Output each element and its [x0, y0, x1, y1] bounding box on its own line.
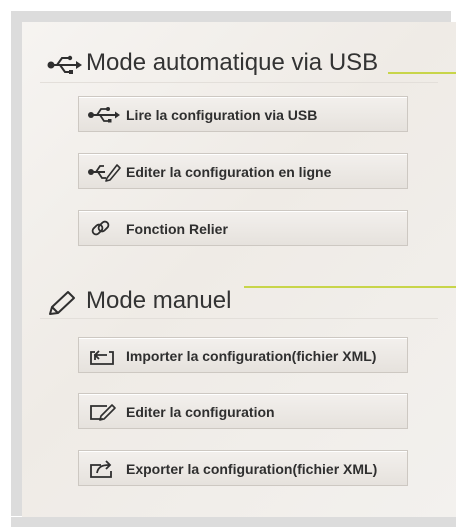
export-icon [87, 459, 121, 479]
accent-line [244, 286, 456, 288]
edit-config-online-button[interactable]: Editer la configuration en ligne [78, 153, 408, 189]
import-config-xml-button[interactable]: Importer la configuration(fichier XML) [78, 337, 408, 373]
section-manual-header: Mode manuel [22, 284, 456, 320]
configuration-panel: Mode automatique via USB Lire la configu… [22, 22, 456, 517]
import-config-xml-label: Importer la configuration(fichier XML) [126, 348, 377, 364]
bottom-border [11, 517, 456, 527]
read-config-usb-button[interactable]: Lire la configuration via USB [78, 96, 408, 132]
edit-config-label: Editer la configuration [126, 404, 275, 420]
pencil-icon [46, 290, 82, 316]
section-usb-title: Mode automatique via USB [86, 49, 379, 76]
edit-config-online-label: Editer la configuration en ligne [126, 164, 332, 180]
edit-icon [87, 402, 121, 422]
usb-icon [46, 52, 82, 78]
export-config-xml-label: Exporter la configuration(fichier XML) [126, 461, 378, 477]
link-function-button[interactable]: Fonction Relier [78, 210, 408, 246]
import-icon [87, 346, 121, 366]
section-usb-header: Mode automatique via USB [22, 46, 456, 83]
usb-edit-icon [87, 162, 121, 182]
usb-icon [87, 105, 121, 125]
accent-line [388, 72, 456, 74]
export-config-xml-button[interactable]: Exporter la configuration(fichier XML) [78, 450, 408, 486]
link-function-label: Fonction Relier [126, 221, 228, 237]
edit-config-button[interactable]: Editer la configuration [78, 393, 408, 429]
read-config-usb-label: Lire la configuration via USB [126, 107, 318, 123]
section-divider [40, 82, 438, 83]
link-icon [87, 219, 121, 239]
section-manual-title: Mode manuel [86, 287, 232, 314]
section-divider [40, 318, 438, 319]
